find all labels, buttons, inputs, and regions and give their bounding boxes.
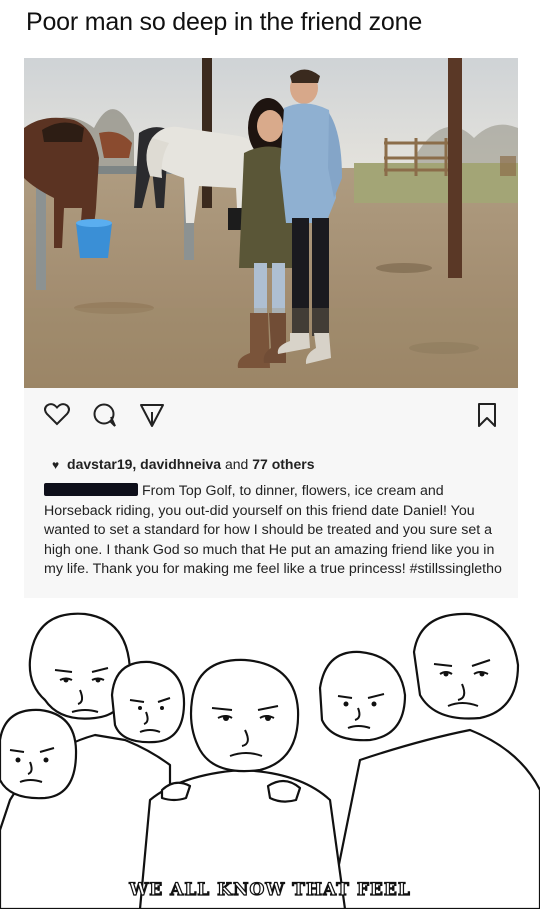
post-photo[interactable]: [24, 58, 518, 388]
bookmark-icon[interactable]: [476, 402, 498, 433]
heart-icon: ♥: [52, 458, 60, 472]
comment-bubble-icon[interactable]: [92, 402, 118, 433]
redacted-username: [44, 483, 138, 496]
likes-users[interactable]: davstar19, davidhneiva: [67, 456, 221, 472]
meme-caption: WE ALL KNOW THAT FEEL: [129, 879, 411, 900]
post-actions-bar: [24, 398, 518, 438]
wojak-group-hug-drawing: [0, 612, 540, 911]
couple-with-horses-photo: [24, 58, 518, 388]
page-title: Poor man so deep in the friend zone: [26, 8, 423, 36]
heart-outline-icon[interactable]: [44, 402, 70, 431]
post-caption: From Top Golf, to dinner, flowers, ice c…: [44, 482, 514, 580]
likes-summary[interactable]: ♥ davstar19, davidhneiva and 77 others: [52, 456, 314, 472]
caption-text: From Top Golf, to dinner, flowers, ice c…: [44, 483, 502, 577]
likes-and: and: [224, 456, 249, 472]
meme-panel: [0, 600, 540, 911]
likes-others[interactable]: 77 others: [252, 456, 314, 472]
instagram-post: ♥ davstar19, davidhneiva and 77 others F…: [24, 58, 518, 598]
send-icon[interactable]: [139, 402, 165, 433]
